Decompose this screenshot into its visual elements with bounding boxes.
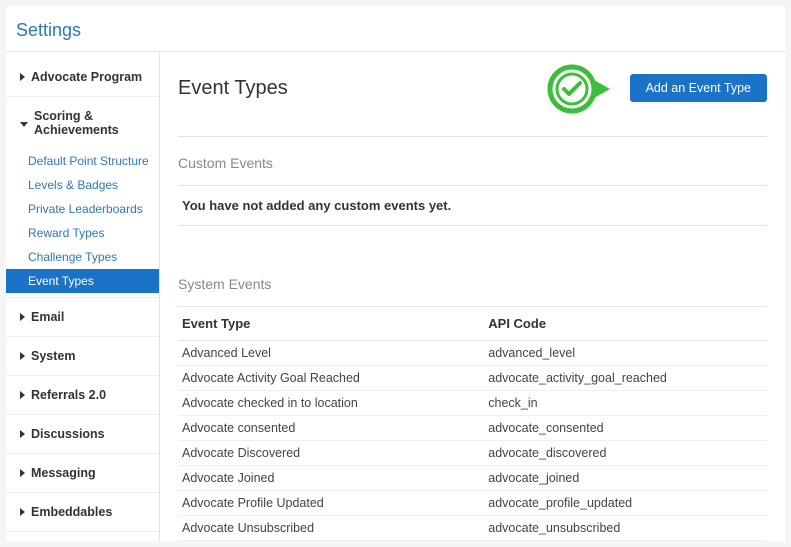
caret-icon [20, 508, 25, 516]
system-events-heading: System Events [178, 276, 767, 292]
event-type-cell: Advocate Profile Updated [178, 491, 484, 516]
custom-events-empty-message: You have not added any custom events yet… [178, 185, 767, 226]
table-row: Advocate consentedadvocate_consented [178, 416, 767, 441]
nav-group-email[interactable]: Email [6, 298, 159, 336]
nav-group-label: Referrals 2.0 [31, 388, 106, 402]
event-type-cell: Advocate consented [178, 416, 484, 441]
api-code-cell: advanced_level [484, 341, 767, 366]
caret-icon [20, 352, 25, 360]
event-type-cell: Advocate checked in to location [178, 391, 484, 416]
api-code-cell: check_in [484, 391, 767, 416]
nav-group-messaging[interactable]: Messaging [6, 454, 159, 492]
api-code-cell: advocate_unsubscribed [484, 516, 767, 541]
nav-group-label: Advocate Program [31, 70, 142, 84]
column-header: API Code [484, 307, 767, 341]
nav-group-label: Email [31, 310, 64, 324]
nav-group-system[interactable]: System [6, 337, 159, 375]
nav-group-referrals-2-0[interactable]: Referrals 2.0 [6, 376, 159, 414]
nav-group-label: Scoring & Achievements [34, 109, 153, 137]
main-content: Event Types Add an Event Type Custom Eve… [160, 52, 785, 541]
nav-group-scoring-achievements[interactable]: Scoring & Achievements [6, 97, 159, 149]
sidebar-item-private-leaderboards[interactable]: Private Leaderboards [6, 197, 159, 221]
event-type-cell: Advocate Unsubscribed [178, 516, 484, 541]
table-row: Advocate checked in to locationcheck_in [178, 391, 767, 416]
system-events-table: Event TypeAPI Code Advanced Leveladvance… [178, 306, 767, 541]
sidebar-item-reward-types[interactable]: Reward Types [6, 221, 159, 245]
nav-group-label: Messaging [31, 466, 96, 480]
caret-icon [20, 73, 25, 81]
table-row: Advocate Activity Goal Reachedadvocate_a… [178, 366, 767, 391]
caret-icon [20, 391, 25, 399]
api-code-cell: advocate_consented [484, 416, 767, 441]
sidebar-item-challenge-types[interactable]: Challenge Types [6, 245, 159, 269]
settings-sidebar: Advocate Program Scoring & Achievements De… [6, 52, 160, 541]
page-title: Event Types [178, 77, 288, 100]
event-type-cell: Advanced Level [178, 341, 484, 366]
api-code-cell: advocate_profile_updated [484, 491, 767, 516]
caret-icon [20, 430, 25, 438]
nav-group-advocate-program[interactable]: Advocate Program [6, 58, 159, 96]
nav-group-label: Discussions [31, 427, 105, 441]
column-header: Event Type [178, 307, 484, 341]
caret-icon [20, 122, 28, 127]
api-code-cell: advocate_discovered [484, 441, 767, 466]
event-type-cell: Advocate Discovered [178, 441, 484, 466]
table-row: Advocate Discoveredadvocate_discovered [178, 441, 767, 466]
settings-header: Settings [6, 6, 785, 52]
nav-group-embeddables[interactable]: Embeddables [6, 493, 159, 531]
table-row: Advocate Joinedadvocate_joined [178, 466, 767, 491]
success-check-icon [544, 64, 622, 117]
nav-group-label: System [31, 349, 75, 363]
sidebar-item-default-point-structure[interactable]: Default Point Structure [6, 149, 159, 173]
event-type-cell: Advocate Activity Goal Reached [178, 366, 484, 391]
table-row: Advanced Leveladvanced_level [178, 341, 767, 366]
caret-icon [20, 469, 25, 477]
api-code-cell: advocate_activity_goal_reached [484, 366, 767, 391]
custom-events-heading: Custom Events [178, 155, 767, 171]
sidebar-item-event-types[interactable]: Event Types [6, 269, 159, 293]
caret-icon [20, 313, 25, 321]
table-row: Advocate Profile Updatedadvocate_profile… [178, 491, 767, 516]
page-heading: Settings [16, 20, 775, 41]
api-code-cell: advocate_joined [484, 466, 767, 491]
table-row: Advocate Unsubscribedadvocate_unsubscrib… [178, 516, 767, 541]
nav-group-label: Embeddables [31, 505, 112, 519]
event-type-cell: Advocate Joined [178, 466, 484, 491]
nav-group-discussions[interactable]: Discussions [6, 415, 159, 453]
add-event-type-button[interactable]: Add an Event Type [630, 74, 767, 102]
sidebar-item-levels-badges[interactable]: Levels & Badges [6, 173, 159, 197]
